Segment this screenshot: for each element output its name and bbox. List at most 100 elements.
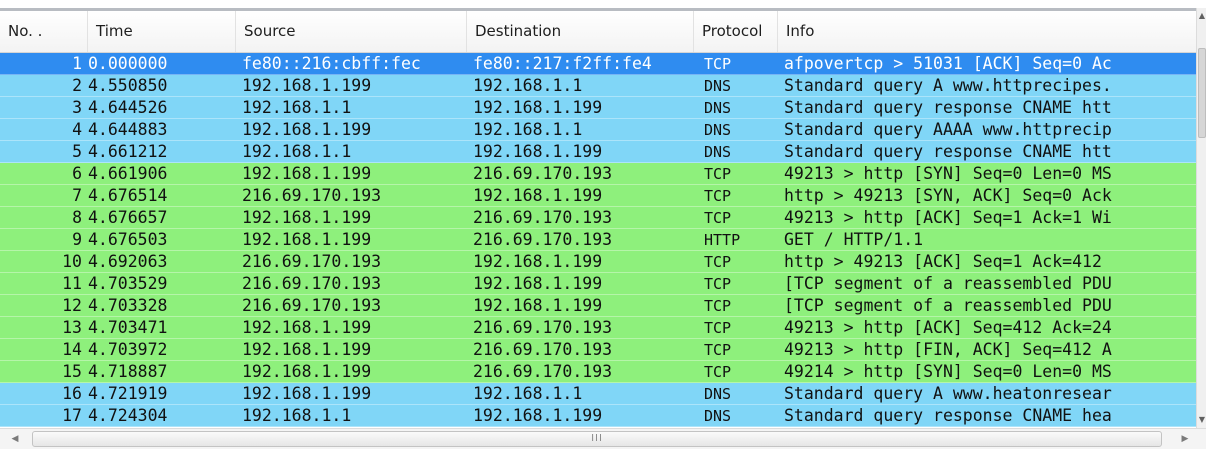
packet-info-cell: Standard query response CNAME htt	[784, 98, 1112, 117]
packet-destination-cell: 192.168.1.1	[473, 76, 583, 95]
packet-source-cell: fe80::216:cbff:fec	[242, 54, 421, 73]
column-header-destination[interactable]: Destination	[467, 11, 694, 52]
packet-info-cell: afpovertcp > 51031 [ACK] Seq=0 Ac	[784, 54, 1112, 73]
packet-row[interactable]: 3 4.644526 192.168.1.1 192.168.1.199 DNS Stan…	[0, 97, 1196, 119]
packet-time-cell: 4.661906	[88, 164, 168, 183]
packet-protocol-cell: TCP	[704, 275, 732, 293]
packet-source-cell: 192.168.1.199	[242, 120, 372, 139]
packet-list-header: No. . Time Source Destination Protocol I…	[0, 11, 1196, 53]
packet-row[interactable]: 14 4.703972 192.168.1.199 216.69.170.193 TCP…	[0, 339, 1196, 361]
packet-row[interactable]: 6 4.661906 192.168.1.199 216.69.170.193 TCP 4…	[0, 163, 1196, 185]
packet-row[interactable]: 2 4.550850 192.168.1.199 192.168.1.1 DNS Stan…	[0, 75, 1196, 97]
packet-number-cell: 2	[72, 76, 82, 95]
packet-source-cell: 192.168.1.199	[242, 230, 372, 249]
packet-number-cell: 9	[72, 230, 82, 249]
packet-protocol-cell: HTTP	[704, 231, 741, 249]
packet-protocol-cell: TCP	[704, 253, 732, 271]
packet-protocol-cell: DNS	[704, 77, 732, 95]
packet-time-cell: 4.661212	[88, 142, 168, 161]
packet-list: 1 0.000000 fe80::216:cbff:fec fe80::217:f2f…	[0, 53, 1196, 428]
packet-time-cell: 4.676514	[88, 186, 168, 205]
packet-source-cell: 192.168.1.199	[242, 362, 372, 381]
packet-info-cell: Standard query AAAA www.httprecip	[784, 120, 1112, 139]
packet-row[interactable]: 13 4.703471 192.168.1.199 216.69.170.193 TCP…	[0, 317, 1196, 339]
column-header-protocol[interactable]: Protocol	[694, 11, 778, 52]
packet-info-cell: Standard query response CNAME hea	[784, 406, 1112, 425]
packet-row[interactable]: 17 4.724304 192.168.1.1 192.168.1.199 DNS Sta…	[0, 405, 1196, 427]
packet-info-cell: 49213 > http [ACK] Seq=1 Ack=1 Wi	[784, 208, 1112, 227]
packet-info-cell: GET / HTTP/1.1	[784, 230, 924, 249]
packet-protocol-cell: TCP	[704, 341, 732, 359]
horizontal-scroll-thumb[interactable]: III	[32, 431, 1162, 447]
packet-time-cell: 4.718887	[88, 362, 168, 381]
packet-protocol-cell: TCP	[704, 319, 732, 337]
packet-destination-cell: 216.69.170.193	[473, 208, 613, 227]
column-header-time[interactable]: Time	[88, 11, 236, 52]
packet-row[interactable]: 4 4.644883 192.168.1.199 192.168.1.1 DNS Stan…	[0, 119, 1196, 141]
packet-info-cell: [TCP segment of a reassembled PDU	[784, 296, 1112, 315]
packet-protocol-cell: TCP	[704, 297, 732, 315]
packet-source-cell: 216.69.170.193	[242, 296, 382, 315]
packet-protocol-cell: DNS	[704, 143, 732, 161]
packet-time-cell: 4.703972	[88, 340, 168, 359]
left-arrow-icon[interactable]: ◀	[8, 432, 22, 446]
packet-time-cell: 4.703471	[88, 318, 168, 337]
packet-protocol-cell: TCP	[704, 55, 732, 73]
column-header-info[interactable]: Info	[778, 11, 1196, 52]
packet-row[interactable]: 15 4.718887 192.168.1.199 216.69.170.193 TCP…	[0, 361, 1196, 383]
packet-number-cell: 12	[62, 296, 82, 315]
packet-row[interactable]: 1 0.000000 fe80::216:cbff:fec fe80::217:f2f…	[0, 53, 1196, 75]
packet-source-cell: 192.168.1.199	[242, 340, 372, 359]
packet-destination-cell: 192.168.1.199	[473, 98, 603, 117]
packet-info-cell: Standard query A www.heatonresear	[784, 384, 1112, 403]
vertical-scroll-thumb[interactable]	[1198, 48, 1206, 138]
packet-number-cell: 15	[62, 362, 82, 381]
packet-time-cell: 4.721919	[88, 384, 168, 403]
vertical-scrollbar[interactable]: ▲ ▼	[1196, 8, 1206, 428]
down-arrow-icon[interactable]: ▼	[1198, 414, 1206, 426]
right-arrow-icon[interactable]: ▶	[1178, 432, 1192, 446]
packet-time-cell: 0.000000	[88, 54, 168, 73]
packet-protocol-cell: TCP	[704, 363, 732, 381]
packet-source-cell: 216.69.170.193	[242, 274, 382, 293]
packet-source-cell: 192.168.1.199	[242, 384, 372, 403]
packet-row[interactable]: 7 4.676514 216.69.170.193 192.168.1.199 TCP h…	[0, 185, 1196, 207]
packet-number-cell: 13	[62, 318, 82, 337]
packet-destination-cell: 192.168.1.199	[473, 252, 603, 271]
packet-source-cell: 192.168.1.199	[242, 164, 372, 183]
packet-row[interactable]: 10 4.692063 216.69.170.193 192.168.1.199 TCP…	[0, 251, 1196, 273]
packet-source-cell: 192.168.1.199	[242, 318, 372, 337]
column-header-no[interactable]: No. .	[0, 11, 88, 52]
packet-destination-cell: 192.168.1.199	[473, 406, 603, 425]
packet-destination-cell: 216.69.170.193	[473, 164, 613, 183]
packet-destination-cell: fe80::217:f2ff:fe4	[473, 54, 652, 73]
packet-source-cell: 192.168.1.1	[242, 406, 352, 425]
packet-time-cell: 4.644883	[88, 120, 168, 139]
packet-row[interactable]: 9 4.676503 192.168.1.199 216.69.170.193 HTTP…	[0, 229, 1196, 251]
packet-info-cell: 49213 > http [SYN] Seq=0 Len=0 MS	[784, 164, 1112, 183]
packet-number-cell: 8	[72, 208, 82, 227]
packet-number-cell: 5	[72, 142, 82, 161]
packet-number-cell: 16	[62, 384, 82, 403]
packet-number-cell: 1	[72, 54, 82, 73]
packet-row[interactable]: 12 4.703328 216.69.170.193 192.168.1.199 TCP…	[0, 295, 1196, 317]
packet-destination-cell: 216.69.170.193	[473, 230, 613, 249]
packet-source-cell: 216.69.170.193	[242, 186, 382, 205]
packet-number-cell: 10	[62, 252, 82, 271]
packet-destination-cell: 192.168.1.199	[473, 274, 603, 293]
packet-row[interactable]: 5 4.661212 192.168.1.1 192.168.1.199 DNS Stan…	[0, 141, 1196, 163]
packet-info-cell: 49213 > http [ACK] Seq=412 Ack=24	[784, 318, 1112, 337]
packet-destination-cell: 216.69.170.193	[473, 340, 613, 359]
packet-protocol-cell: DNS	[704, 99, 732, 117]
packet-protocol-cell: TCP	[704, 165, 732, 183]
packet-row[interactable]: 16 4.721919 192.168.1.199 192.168.1.1 DNS Sta…	[0, 383, 1196, 405]
up-arrow-icon[interactable]: ▲	[1198, 10, 1206, 22]
packet-row[interactable]: 8 4.676657 192.168.1.199 216.69.170.193 TCP 4…	[0, 207, 1196, 229]
packet-row[interactable]: 11 4.703529 216.69.170.193 192.168.1.199 TCP…	[0, 273, 1196, 295]
packet-list-pane: No. . Time Source Destination Protocol I…	[0, 0, 1206, 449]
packet-destination-cell: 192.168.1.199	[473, 186, 603, 205]
packet-time-cell: 4.644526	[88, 98, 168, 117]
horizontal-scrollbar[interactable]: ◀ III ▶	[0, 428, 1206, 449]
column-header-source[interactable]: Source	[236, 11, 467, 52]
packet-info-cell: [TCP segment of a reassembled PDU	[784, 274, 1112, 293]
